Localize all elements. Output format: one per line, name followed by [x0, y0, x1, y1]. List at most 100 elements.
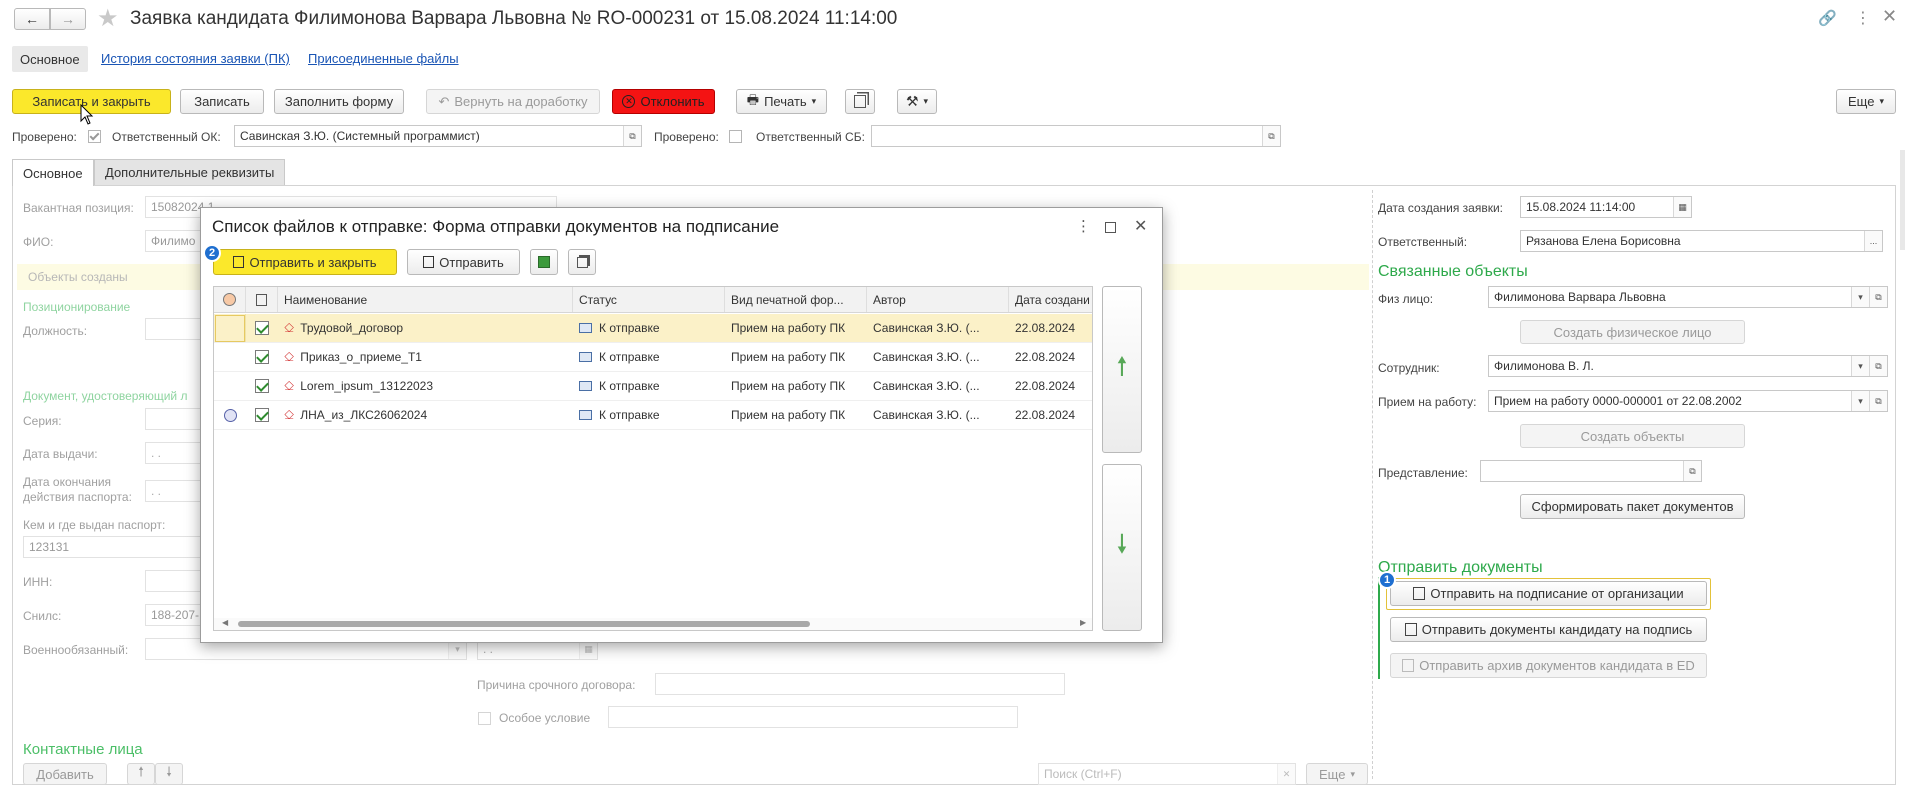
issue-date-field[interactable]: . .: [145, 442, 205, 464]
close-window-icon[interactable]: ✕: [1882, 6, 1897, 27]
dialog-maximize-icon[interactable]: [1105, 222, 1116, 233]
hiring-dropdown-icon[interactable]: ▾: [1851, 391, 1869, 411]
copy-doc-button[interactable]: [845, 89, 875, 114]
urgent-reason-field[interactable]: [655, 673, 1065, 695]
nav-tab-history[interactable]: История состояния заявки (ПК): [101, 51, 290, 66]
search-clear-icon[interactable]: ✕: [1277, 764, 1295, 784]
reject-button[interactable]: ✕ Отклонить: [612, 89, 715, 114]
representation-open-icon[interactable]: ⧉: [1683, 461, 1701, 481]
open-icon[interactable]: ⧉: [623, 126, 641, 146]
col-author[interactable]: Автор: [867, 287, 1009, 312]
send-org-button[interactable]: Отправить на подписание от организации: [1390, 581, 1707, 606]
move-down-button[interactable]: 🠗: [155, 763, 183, 785]
select-ellipsis-icon[interactable]: ...: [1864, 231, 1882, 251]
resp-sb-field[interactable]: ⧉: [871, 125, 1281, 147]
table-row[interactable]: ⎐ Lorem_ipsum_13122023 К отправке Прием н…: [214, 372, 1092, 401]
send-candidate-button[interactable]: Отправить документы кандидату на подпись: [1390, 617, 1707, 642]
move-row-up-button[interactable]: 🠕: [1102, 286, 1142, 453]
position-field[interactable]: [145, 318, 205, 340]
contacts-more-button[interactable]: Еще ▾: [1306, 763, 1368, 785]
snils-field[interactable]: 188-207-: [145, 604, 205, 626]
scroll-thumb[interactable]: [238, 621, 810, 627]
check-all-button[interactable]: [530, 249, 558, 275]
row-checkbox[interactable]: [246, 401, 278, 429]
hiring-value: Прием на работу 0000-000001 от 22.08.200…: [1494, 394, 1742, 408]
tools-button[interactable]: ⚒ ▾: [897, 89, 937, 114]
special-condition-field[interactable]: [608, 706, 1018, 728]
create-person-button[interactable]: Создать физическое лицо: [1520, 320, 1745, 344]
issued-by-value: 123131: [29, 540, 70, 554]
checked-sb-checkbox[interactable]: [729, 130, 742, 143]
contacts-search-input[interactable]: Поиск (Ctrl+F) ✕: [1038, 763, 1296, 785]
send-archive-button[interactable]: Отправить архив документов кандидата в E…: [1390, 653, 1707, 678]
uncheck-all-button[interactable]: [568, 249, 596, 275]
forward-button[interactable]: →: [50, 8, 86, 30]
inn-field[interactable]: [145, 570, 205, 592]
resp-ok-field[interactable]: Савинская З.Ю. (Системный программист) ⧉: [234, 125, 642, 147]
more-vertical-icon[interactable]: ⋮: [1855, 8, 1871, 28]
dialog-close-icon[interactable]: ✕: [1134, 216, 1147, 236]
col-check[interactable]: [246, 287, 278, 312]
representation-field[interactable]: ⧉: [1480, 460, 1702, 482]
series-field[interactable]: [145, 408, 205, 430]
row-kind: Прием на работу ПК: [731, 321, 846, 335]
page-scrollbar[interactable]: [1900, 150, 1905, 250]
back-button[interactable]: ←: [14, 8, 50, 30]
move-up-button[interactable]: 🠕: [127, 763, 155, 785]
create-objects-button[interactable]: Создать объекты: [1520, 424, 1745, 448]
fill-form-button[interactable]: Заполнить форму: [274, 89, 404, 114]
person-dropdown-icon[interactable]: ▾: [1851, 287, 1869, 307]
col-state-icon[interactable]: [214, 287, 246, 312]
resp-ok-value: Савинская З.Ю. (Системный программист): [240, 129, 480, 143]
print-button[interactable]: 🖶 Печать ▾: [736, 89, 827, 114]
hiring-open-icon[interactable]: ⧉: [1869, 391, 1887, 411]
issued-by-field[interactable]: 123131: [23, 536, 205, 558]
add-contact-button[interactable]: Добавить: [23, 763, 107, 785]
col-kind[interactable]: Вид печатной фор...: [725, 287, 867, 312]
fio-field[interactable]: Филимо: [145, 230, 205, 252]
special-condition-checkbox[interactable]: [478, 712, 491, 725]
form-tab-extra[interactable]: Дополнительные реквизиты: [94, 159, 286, 186]
col-status[interactable]: Статус: [573, 287, 725, 312]
expiry-field[interactable]: . .: [145, 480, 205, 502]
more-button[interactable]: Еще ▾: [1836, 89, 1896, 114]
table-row[interactable]: ⎐ ЛНА_из_ЛКС26062024 К отправке Прием на …: [214, 401, 1092, 430]
row-status: К отправке: [573, 343, 725, 371]
employee-dropdown-icon[interactable]: ▾: [1851, 356, 1869, 376]
employee-open-icon[interactable]: ⧉: [1869, 356, 1887, 376]
person-field[interactable]: Филимонова Варвара Львовна ▾ ⧉: [1488, 286, 1888, 308]
send-button[interactable]: Отправить: [407, 249, 520, 275]
issued-by-label: Кем и где выдан паспорт:: [23, 518, 166, 532]
row-checkbox[interactable]: [246, 343, 278, 371]
table-h-scrollbar[interactable]: ◀ ▶: [214, 618, 1092, 630]
scroll-right-arrow-icon[interactable]: ▶: [1080, 618, 1086, 627]
person-open-icon[interactable]: ⧉: [1869, 287, 1887, 307]
form-tab-main[interactable]: Основное: [12, 159, 94, 186]
row-checkbox[interactable]: [246, 314, 278, 342]
send-close-button[interactable]: Отправить и закрыть: [213, 249, 397, 275]
urgent-reason-label: Причина срочного договора:: [477, 678, 636, 692]
hiring-field[interactable]: Прием на работу 0000-000001 от 22.08.200…: [1488, 390, 1888, 412]
responsible-field[interactable]: Рязанова Елена Борисовна ...: [1520, 230, 1883, 252]
row-status: К отправке: [573, 401, 725, 429]
open-sb-icon[interactable]: ⧉: [1262, 126, 1280, 146]
calendar-created-icon[interactable]: ▦: [1673, 197, 1691, 217]
move-row-down-button[interactable]: 🠗: [1102, 464, 1142, 631]
created-field[interactable]: 15.08.2024 11:14:00 ▦: [1520, 196, 1692, 218]
checked-ok-checkbox[interactable]: [88, 130, 101, 143]
return-rework-button[interactable]: ↶ Вернуть на доработку: [426, 89, 600, 114]
save-button[interactable]: Записать: [180, 89, 264, 114]
table-row[interactable]: ⎐ Трудовой_договор К отправке Прием на ра…: [214, 314, 1092, 343]
dialog-more-icon[interactable]: ⋮: [1076, 217, 1091, 235]
employee-field[interactable]: Филимонова В. Л. ▾ ⧉: [1488, 355, 1888, 377]
favorite-star-icon[interactable]: ★: [97, 4, 119, 33]
row-checkbox[interactable]: [246, 372, 278, 400]
nav-tab-main[interactable]: Основное: [12, 46, 88, 72]
form-package-button[interactable]: Сформировать пакет документов: [1520, 494, 1745, 519]
nav-tab-files[interactable]: Присоединенные файлы: [308, 51, 459, 66]
table-row[interactable]: ⎐ Приказ_о_приеме_Т1 К отправке Прием на …: [214, 343, 1092, 372]
scroll-left-arrow-icon[interactable]: ◀: [222, 618, 228, 627]
link-icon[interactable]: 🔗: [1818, 9, 1837, 27]
col-name[interactable]: Наименование: [278, 287, 573, 312]
col-date[interactable]: Дата создани: [1009, 287, 1092, 312]
